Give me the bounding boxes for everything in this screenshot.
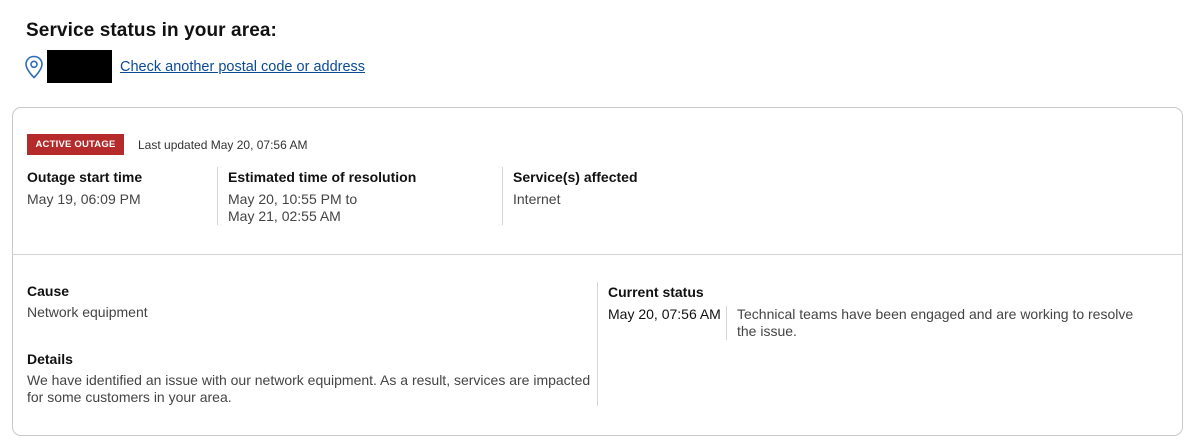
resolution-column: Estimated time of resolution May 20, 10:… (217, 167, 416, 225)
current-status-section: Current status May 20, 07:56 AM Technica… (597, 282, 1157, 406)
resolution-value-line2: May 21, 02:55 AM (228, 208, 341, 224)
status-update-row: May 20, 07:56 AM Technical teams have be… (608, 306, 1157, 340)
details-label: Details (27, 351, 73, 367)
details-section: Details We have identified an issue with… (27, 351, 593, 406)
outage-start-column: Outage start time May 19, 06:09 PM (27, 169, 142, 208)
services-affected-label: Service(s) affected (513, 169, 638, 185)
resolution-label: Estimated time of resolution (228, 169, 417, 185)
status-update-time: May 20, 07:56 AM (608, 306, 721, 322)
details-value: We have identified an issue with our net… (27, 372, 591, 405)
status-update-message: Technical teams have been engaged and ar… (726, 306, 1146, 340)
service-status-page: Service status in your area: Check anoth… (0, 0, 1200, 446)
cause-section: Cause Network equipment (27, 283, 148, 321)
location-row: Check another postal code or address (24, 50, 365, 83)
services-affected-column: Service(s) affected Internet (502, 167, 638, 225)
redacted-postal-code (47, 50, 112, 83)
resolution-value-line1: May 20, 10:55 PM to (228, 191, 358, 207)
outage-card: ACTIVE OUTAGE Last updated May 20, 07:56… (12, 107, 1183, 436)
outage-start-label: Outage start time (27, 169, 143, 185)
last-updated-text: Last updated May 20, 07:56 AM (138, 138, 308, 152)
cause-label: Cause (27, 283, 70, 299)
cause-value: Network equipment (27, 304, 148, 320)
page-title: Service status in your area: (26, 20, 277, 41)
outage-start-value: May 19, 06:09 PM (27, 191, 141, 207)
location-pin-icon (25, 55, 43, 79)
card-divider (13, 254, 1182, 255)
check-another-address-link[interactable]: Check another postal code or address (120, 59, 365, 75)
current-status-label: Current status (608, 284, 704, 300)
services-affected-value: Internet (513, 191, 561, 207)
active-outage-badge: ACTIVE OUTAGE (27, 134, 124, 155)
